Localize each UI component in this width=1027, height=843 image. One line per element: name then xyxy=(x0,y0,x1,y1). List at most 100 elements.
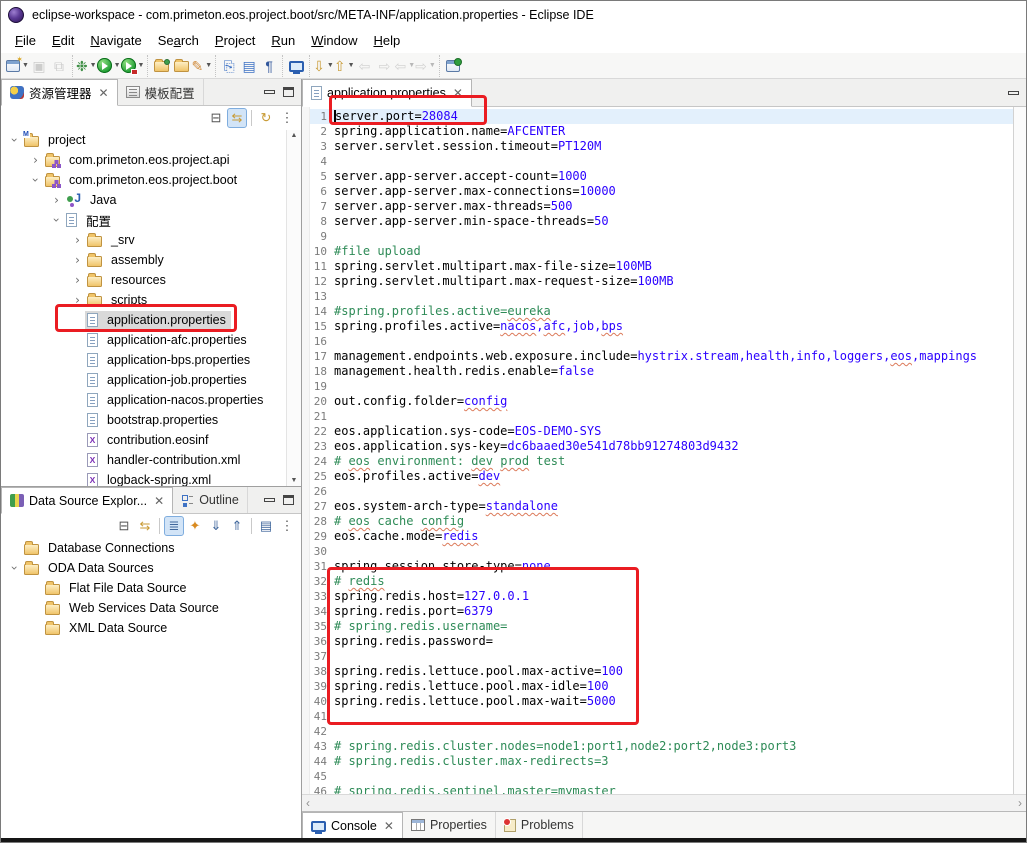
next-edit-location-icon[interactable]: ⇨ xyxy=(375,55,395,77)
dropdown-arrow-icon[interactable]: ▼ xyxy=(90,62,97,69)
dropdown-arrow-icon[interactable]: ▼ xyxy=(348,62,355,69)
tree-item-resources[interactable]: ›resources xyxy=(1,270,301,290)
menu-navigate[interactable]: Navigate xyxy=(82,30,149,51)
tree-item-web-services-data-source[interactable]: Web Services Data Source xyxy=(1,598,301,618)
editor-line-2[interactable]: 2spring.application.name=AFCENTER xyxy=(310,124,1013,139)
tab-资源管理器[interactable]: 资源管理器✕ xyxy=(1,79,118,106)
maximize-icon[interactable] xyxy=(283,495,294,505)
editor-line-35[interactable]: 35# spring.redis.username= xyxy=(310,619,1013,634)
dropdown-arrow-icon[interactable]: ▼ xyxy=(205,62,212,69)
editor-line-5[interactable]: 5server.app-server.accept-count=1000 xyxy=(310,169,1013,184)
menu-project[interactable]: Project xyxy=(207,30,263,51)
text-editor[interactable]: 1server.port=280842spring.application.na… xyxy=(310,107,1013,794)
tab-problems[interactable]: Problems xyxy=(496,812,583,838)
debug-icon[interactable]: ❉▼ xyxy=(76,55,97,77)
editor-line-24[interactable]: 24# eos environment: dev prod test xyxy=(310,454,1013,469)
menu-help[interactable]: Help xyxy=(365,30,408,51)
save-icon[interactable]: ▣ xyxy=(29,55,49,77)
tree-scrollbar[interactable]: ▲ ▼ xyxy=(286,130,301,486)
editor-line-4[interactable]: 4 xyxy=(310,154,1013,169)
tree-item-application-job-properties[interactable]: application-job.properties xyxy=(1,370,301,390)
previous-annotation-icon[interactable]: ⇧▼ xyxy=(334,55,355,77)
editor-line-45[interactable]: 45 xyxy=(310,769,1013,784)
editor-line-37[interactable]: 37 xyxy=(310,649,1013,664)
editor-line-20[interactable]: 20out.config.folder=config xyxy=(310,394,1013,409)
external-tools-icon[interactable]: ▼ xyxy=(121,55,145,77)
editor-line-22[interactable]: 22eos.application.sys-code=EOS-DEMO-SYS xyxy=(310,424,1013,439)
paintbrush-icon[interactable]: ✎▼ xyxy=(191,55,212,77)
editor-line-21[interactable]: 21 xyxy=(310,409,1013,424)
tree-item-application-nacos-properties[interactable]: application-nacos.properties xyxy=(1,390,301,410)
tab-outline[interactable]: Outline xyxy=(173,487,248,513)
tree-item-flat-file-data-source[interactable]: Flat File Data Source xyxy=(1,578,301,598)
tree-item-contribution-eosinf[interactable]: contribution.eosinf xyxy=(1,430,301,450)
editor-line-8[interactable]: 8server.app-server.min-space-threads=50 xyxy=(310,214,1013,229)
tree-item-handler-contribution-xml[interactable]: handler-contribution.xml xyxy=(1,450,301,470)
editor-line-33[interactable]: 33spring.redis.host=127.0.0.1 xyxy=(310,589,1013,604)
last-edit-location-icon[interactable]: ⇦ xyxy=(355,55,375,77)
scroll-up-icon[interactable]: ▲ xyxy=(287,132,301,139)
tree-item-oda-data-sources[interactable]: ›ODA Data Sources xyxy=(1,558,301,578)
editor-line-19[interactable]: 19 xyxy=(310,379,1013,394)
editor-line-23[interactable]: 23eos.application.sys-key=dc6baaed30e541… xyxy=(310,439,1013,454)
editor-line-38[interactable]: 38spring.redis.lettuce.pool.max-active=1… xyxy=(310,664,1013,679)
forward-icon[interactable]: ⇨▼ xyxy=(415,55,436,77)
menu-search[interactable]: Search xyxy=(150,30,207,51)
chevron-collapsed-icon[interactable]: › xyxy=(70,234,85,246)
tree-item-logback-spring-xml[interactable]: logback-spring.xml xyxy=(1,470,301,486)
chevron-expanded-icon[interactable]: › xyxy=(30,173,42,188)
tab-console[interactable]: Console✕ xyxy=(302,812,403,839)
tree-item-application-afc-properties[interactable]: application-afc.properties xyxy=(1,330,301,350)
editor-line-29[interactable]: 29eos.cache.mode=redis xyxy=(310,529,1013,544)
editor-line-32[interactable]: 32# redis xyxy=(310,574,1013,589)
open-folder-icon[interactable] xyxy=(171,55,191,77)
editor-line-11[interactable]: 11spring.servlet.multipart.max-file-size… xyxy=(310,259,1013,274)
tab-data-source-explor[interactable]: Data Source Explor...✕ xyxy=(1,487,173,514)
close-icon[interactable]: ✕ xyxy=(384,819,394,833)
dropdown-arrow-icon[interactable]: ▼ xyxy=(22,62,29,69)
editor-line-43[interactable]: 43# spring.redis.cluster.nodes=node1:por… xyxy=(310,739,1013,754)
editor-line-3[interactable]: 3server.servlet.session.timeout=PT120M xyxy=(310,139,1013,154)
dropdown-arrow-icon[interactable]: ▼ xyxy=(408,62,415,69)
scroll-down-icon[interactable]: ▼ xyxy=(287,477,301,484)
chevron-collapsed-icon[interactable]: › xyxy=(70,254,85,266)
view-menu-icon[interactable]: ⋮ xyxy=(277,516,297,536)
pin-editor-icon[interactable] xyxy=(443,55,463,77)
dropdown-arrow-icon[interactable]: ▼ xyxy=(138,62,145,69)
save-all-icon[interactable]: ⧉ xyxy=(49,55,69,77)
back-icon[interactable]: ⇦▼ xyxy=(395,55,416,77)
editor-line-12[interactable]: 12spring.servlet.multipart.max-request-s… xyxy=(310,274,1013,289)
tree-item-java[interactable]: ›Java xyxy=(1,190,301,210)
chevron-expanded-icon[interactable]: › xyxy=(9,561,21,576)
editor-line-6[interactable]: 6server.app-server.max-connections=10000 xyxy=(310,184,1013,199)
chevron-collapsed-icon[interactable]: › xyxy=(70,294,85,306)
editor-line-44[interactable]: 44# spring.redis.cluster.max-redirects=3 xyxy=(310,754,1013,769)
editor-line-13[interactable]: 13 xyxy=(310,289,1013,304)
new-wizard-icon[interactable]: ▼ xyxy=(6,55,29,77)
tree-item-assembly[interactable]: ›assembly xyxy=(1,250,301,270)
show-selected-element-icon[interactable]: ▤ xyxy=(239,55,259,77)
overview-ruler[interactable] xyxy=(1013,107,1026,794)
collapse-all-icon[interactable]: ⊟ xyxy=(206,108,226,128)
editor-line-31[interactable]: 31spring.session.store-type=none xyxy=(310,559,1013,574)
editor-line-46[interactable]: 46# spring.redis.sentinel.master=mymaste… xyxy=(310,784,1013,794)
tab-application-properties[interactable]: application.properties✕ xyxy=(302,79,472,107)
tab-properties[interactable]: Properties xyxy=(403,812,496,838)
set-default-icon[interactable]: ✦ xyxy=(185,516,205,536)
scroll-right-icon[interactable]: › xyxy=(1018,796,1022,810)
show-whitespace-icon[interactable]: ¶ xyxy=(259,55,279,77)
collapse-all-icon[interactable]: ⊟ xyxy=(114,516,134,536)
dropdown-arrow-icon[interactable]: ▼ xyxy=(429,62,436,69)
tree-item-com-primeton-eos-project-api[interactable]: ›com.primeton.eos.project.api xyxy=(1,150,301,170)
editor-line-42[interactable]: 42 xyxy=(310,724,1013,739)
dropdown-arrow-icon[interactable]: ▼ xyxy=(114,62,121,69)
open-console-icon[interactable] xyxy=(286,55,306,77)
tree-item-xml-data-source[interactable]: XML Data Source xyxy=(1,618,301,638)
editor-line-40[interactable]: 40spring.redis.lettuce.pool.max-wait=500… xyxy=(310,694,1013,709)
tree-item-配置[interactable]: ›配置 xyxy=(1,210,301,230)
tree-item-application-properties[interactable]: application.properties xyxy=(1,310,301,330)
link-with-editor-icon[interactable]: ⇆ xyxy=(227,108,247,128)
scroll-left-icon[interactable]: ‹ xyxy=(306,796,310,810)
editor-line-39[interactable]: 39spring.redis.lettuce.pool.max-idle=100 xyxy=(310,679,1013,694)
editor-line-17[interactable]: 17management.endpoints.web.exposure.incl… xyxy=(310,349,1013,364)
